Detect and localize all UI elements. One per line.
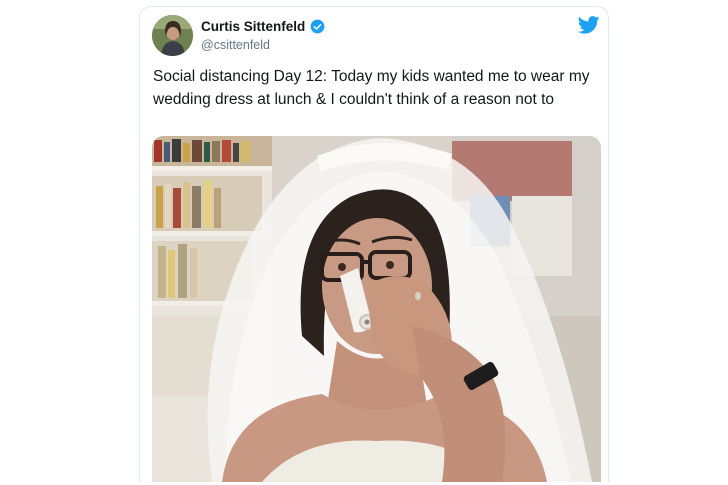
tweet-text: Social distancing Day 12: Today my kids … — [153, 68, 590, 108]
verified-badge-icon — [310, 19, 325, 34]
tweet-media-photo[interactable] — [152, 136, 601, 482]
twitter-bird-icon[interactable] — [578, 16, 600, 34]
avatar-photo — [152, 15, 193, 56]
author-handle[interactable]: @csittenfeld — [201, 38, 270, 52]
author-name[interactable]: Curtis Sittenfeld — [201, 19, 305, 34]
wedding-veil-photo — [152, 136, 601, 482]
author-avatar[interactable] — [152, 15, 193, 56]
